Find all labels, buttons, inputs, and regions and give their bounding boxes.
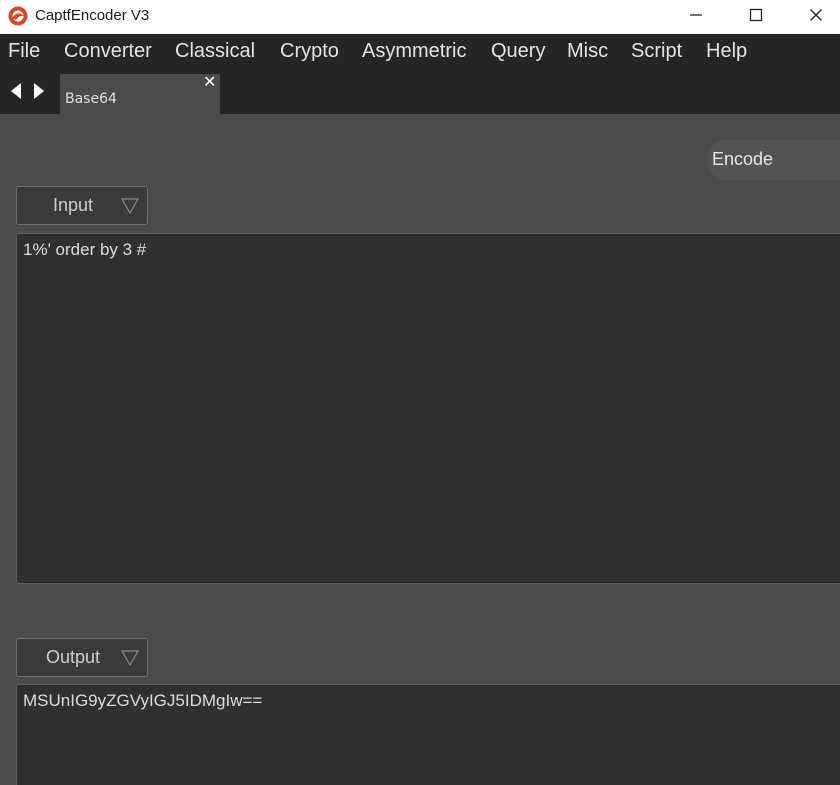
minimize-button[interactable] [668, 0, 724, 30]
input-textarea[interactable]: 1%' order by 3 # [16, 233, 840, 584]
menu-query[interactable]: Query [491, 39, 545, 63]
output-dropdown-label: Output [45, 647, 101, 667]
title-bar: CaptfEncoder V3 [0, 0, 840, 34]
menu-bar: File Converter Classical Crypto Asymmetr… [0, 34, 840, 68]
app-logo-icon [8, 6, 28, 26]
menu-misc[interactable]: Misc [567, 39, 608, 63]
output-text: MSUnIG9yZGVyIGJ5IDMgIw== [23, 691, 263, 710]
menu-help[interactable]: Help [706, 39, 747, 63]
minimize-icon [690, 14, 702, 16]
close-window-button[interactable] [788, 0, 840, 30]
menu-asymmetric[interactable]: Asymmetric [362, 39, 466, 63]
menu-classical[interactable]: Classical [175, 39, 255, 63]
input-dropdown[interactable]: Input [16, 186, 148, 225]
encode-button-label: Encode [712, 149, 774, 169]
triangle-down-icon [121, 650, 139, 666]
encode-button[interactable]: Encode [707, 140, 840, 180]
tab-label: Base64 [65, 91, 117, 107]
window-title: CaptfEncoder V3 [35, 7, 150, 24]
maximize-icon [749, 8, 763, 22]
arrow-right-icon[interactable] [33, 82, 45, 100]
input-text: 1%' order by 3 # [23, 240, 147, 259]
menu-converter[interactable]: Converter [64, 39, 152, 63]
menu-script[interactable]: Script [631, 39, 682, 63]
tab-base64[interactable]: Base64 ✕ [60, 74, 220, 114]
input-dropdown-label: Input [52, 195, 94, 215]
tab-close-icon[interactable]: ✕ [203, 74, 216, 90]
output-textarea[interactable]: MSUnIG9yZGVyIGJ5IDMgIw== [16, 684, 840, 785]
close-icon [810, 9, 822, 21]
maximize-button[interactable] [728, 0, 784, 30]
output-dropdown[interactable]: Output [16, 638, 148, 677]
triangle-down-icon [121, 198, 139, 214]
menu-crypto[interactable]: Crypto [280, 39, 339, 63]
arrow-left-icon[interactable] [10, 82, 22, 100]
tab-bar: Base64 ✕ [0, 68, 840, 114]
menu-file[interactable]: File [8, 39, 40, 63]
